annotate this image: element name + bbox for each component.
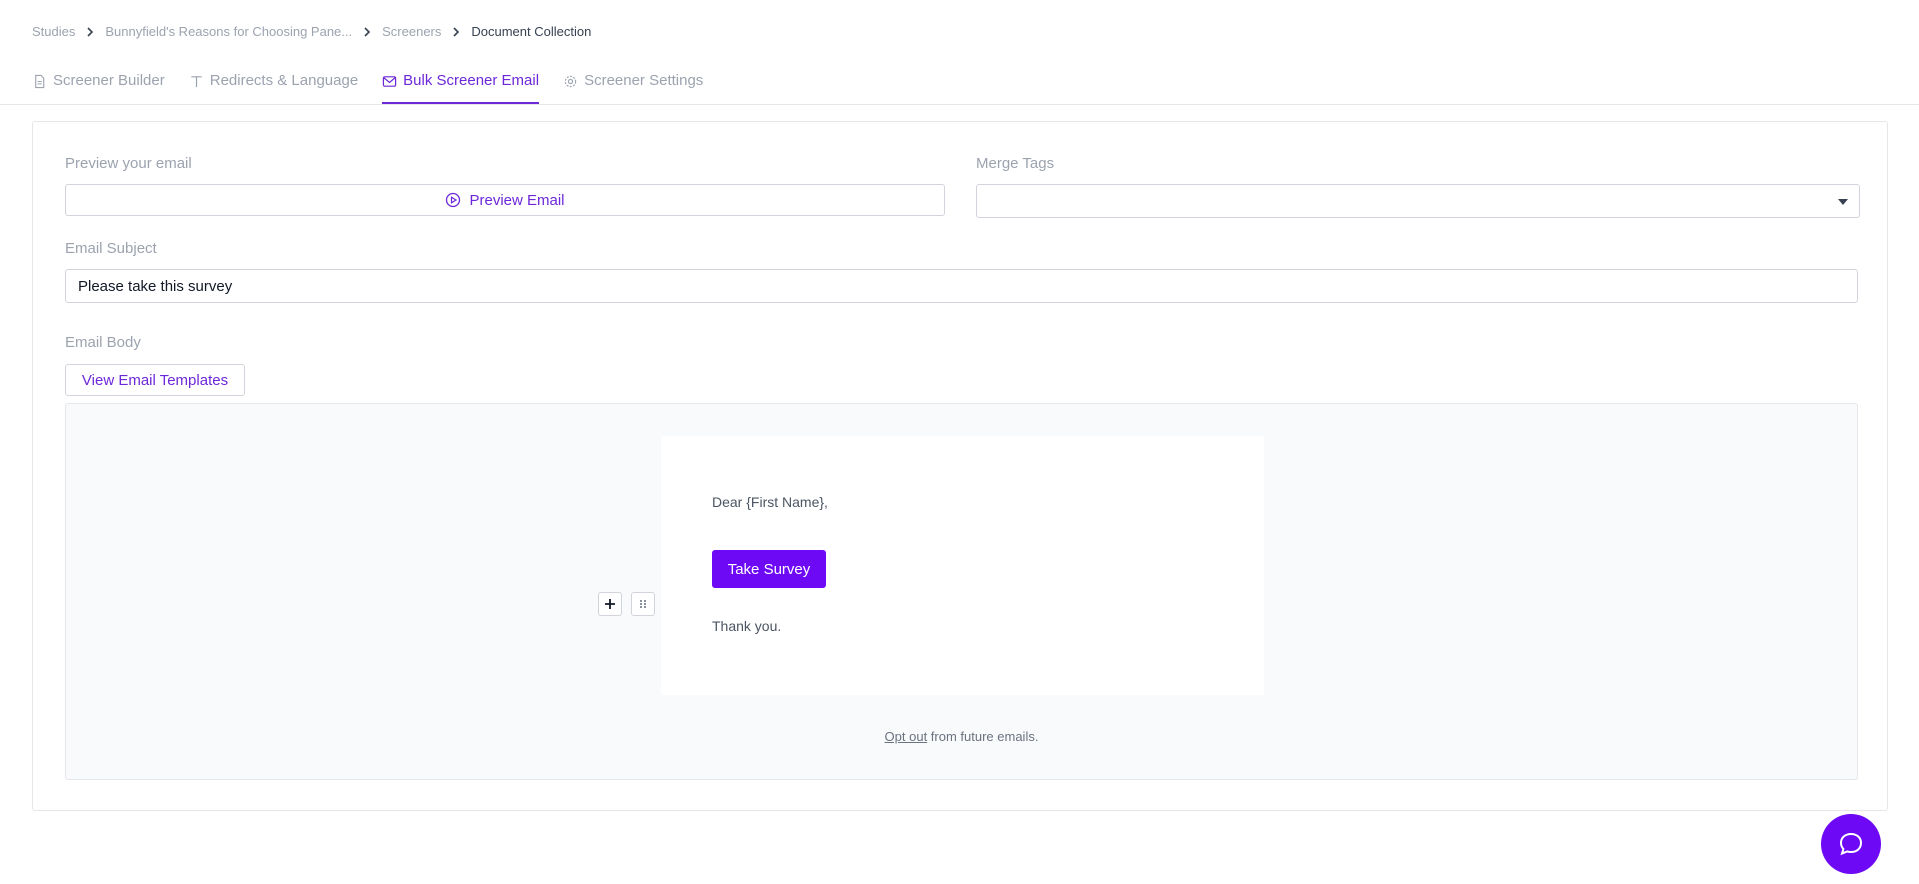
chevron-right-icon <box>449 25 463 39</box>
email-settings-card: Preview your email Preview Email Merge T… <box>32 121 1888 811</box>
play-circle-icon <box>445 192 461 208</box>
breadcrumb-study[interactable]: Bunnyfield's Reasons for Choosing Pane..… <box>105 24 352 39</box>
body-label: Email Body <box>65 334 141 351</box>
email-closing[interactable]: Thank you. <box>712 618 781 634</box>
preview-label: Preview your email <box>65 155 192 172</box>
email-body-editor[interactable]: Dear {First Name}, Take Survey Thank you… <box>65 403 1858 780</box>
take-survey-button[interactable]: Take Survey <box>712 550 826 588</box>
tab-screener-builder[interactable]: Screener Builder <box>32 72 165 104</box>
caret-down-icon <box>1837 197 1849 207</box>
chevron-right-icon <box>360 25 374 39</box>
tab-label: Screener Settings <box>584 72 704 89</box>
preview-email-button[interactable]: Preview Email <box>65 184 945 216</box>
tab-label: Screener Builder <box>53 72 165 89</box>
drag-handle[interactable] <box>631 592 655 616</box>
merge-tags-label: Merge Tags <box>976 155 1055 172</box>
plus-icon <box>605 599 615 609</box>
merge-tags-select[interactable] <box>976 184 1860 218</box>
breadcrumb-screeners[interactable]: Screeners <box>382 24 441 39</box>
tab-screener-settings[interactable]: Screener Settings <box>563 72 703 104</box>
email-preview-card: Dear {First Name}, Take Survey Thank you… <box>661 436 1264 695</box>
chat-launcher-button[interactable] <box>1821 814 1881 874</box>
optout-footer: Opt out from future emails. <box>66 729 1857 744</box>
breadcrumb: Studies Bunnyfield's Reasons for Choosin… <box>32 24 591 39</box>
subject-label: Email Subject <box>65 240 157 257</box>
tab-redirects-language[interactable]: Redirects & Language <box>189 72 358 104</box>
chevron-right-icon <box>83 25 97 39</box>
document-icon <box>32 74 47 89</box>
email-subject-input[interactable] <box>65 269 1858 303</box>
tab-label: Redirects & Language <box>209 72 359 89</box>
email-greeting[interactable]: Dear {First Name}, <box>712 494 828 510</box>
view-email-templates-button[interactable]: View Email Templates <box>65 364 245 396</box>
optout-suffix: from future emails. <box>927 729 1039 744</box>
drag-dots-icon <box>640 600 646 608</box>
text-icon <box>189 74 204 89</box>
gear-icon <box>563 74 578 89</box>
tab-bulk-screener-email[interactable]: Bulk Screener Email <box>382 72 539 104</box>
preview-email-label: Preview Email <box>469 191 565 209</box>
opt-out-link[interactable]: Opt out <box>885 729 928 744</box>
chat-bubble-icon <box>1839 832 1863 856</box>
breadcrumb-current: Document Collection <box>471 24 592 39</box>
add-block-button[interactable] <box>598 592 622 616</box>
mail-icon <box>382 74 397 89</box>
tab-bar: Screener Builder Redirects & Language Bu… <box>32 72 727 104</box>
tab-label: Bulk Screener Email <box>403 72 540 89</box>
breadcrumb-studies[interactable]: Studies <box>32 24 75 39</box>
tabs-divider <box>0 104 1919 105</box>
